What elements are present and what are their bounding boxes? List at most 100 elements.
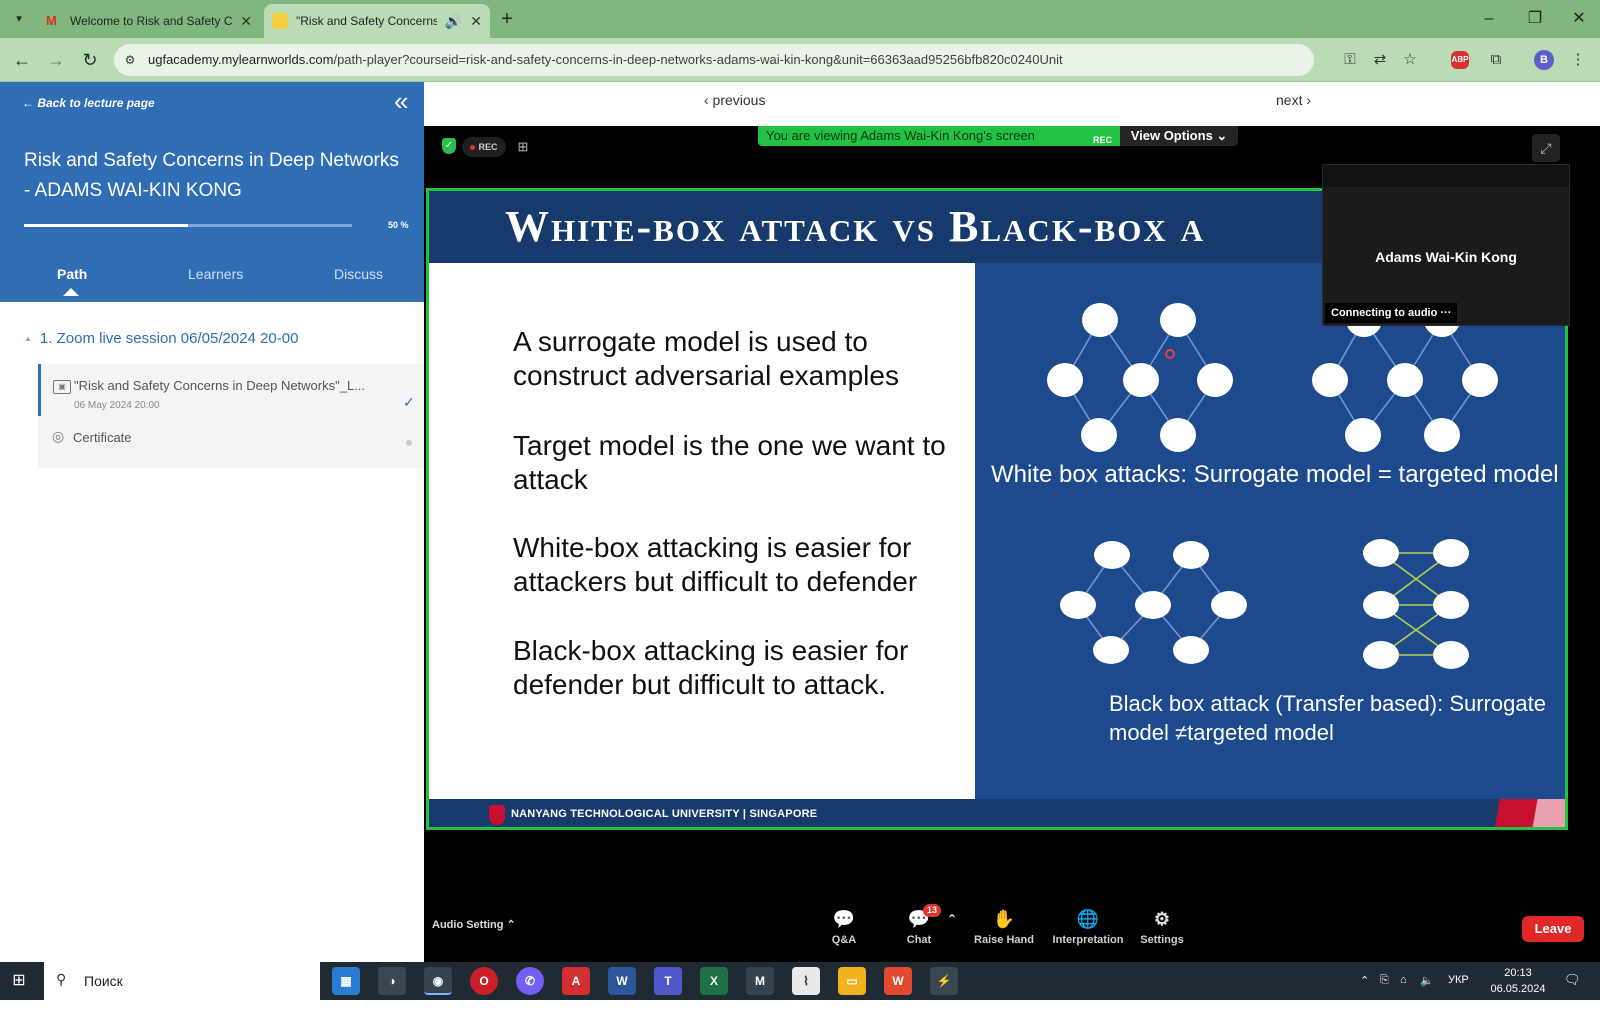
view-options-button[interactable]: View Options ⌄: [1120, 126, 1238, 146]
translate-icon[interactable]: ⇄: [1368, 48, 1392, 72]
clock-time: 20:13: [1504, 967, 1532, 979]
tab-search-button[interactable]: ▾: [8, 9, 30, 29]
zoom-toolbar: Audio Setting ⌃ 💬 Q&A 💬 13 Chat ⌃ ✋ Raise Ha…: [424, 898, 1600, 964]
profile-avatar[interactable]: B: [1534, 50, 1554, 70]
close-tab-icon[interactable]: ✕: [470, 13, 482, 30]
back-to-lecture-link[interactable]: ← Back to lecture page: [22, 96, 155, 110]
progress-bar: [24, 224, 352, 227]
browser-tab-1[interactable]: M Welcome to Risk and Safety Co ✕: [38, 4, 260, 38]
list-item-session[interactable]: ▣ "Risk and Safety Concerns in Deep Netw…: [38, 364, 424, 416]
previous-button[interactable]: ‹ previous: [704, 92, 765, 108]
teams-icon[interactable]: T: [654, 967, 682, 995]
item-date: 06 May 2024 20:00: [74, 400, 160, 411]
slide-text-panel: A surrogate model is used to construct a…: [429, 263, 975, 799]
calculator-icon[interactable]: ▦: [332, 967, 360, 995]
forward-arrow-icon[interactable]: →: [44, 48, 68, 72]
excel-icon[interactable]: X: [700, 967, 728, 995]
gear-icon: ⚙: [1153, 909, 1171, 929]
completed-check-icon: ✓: [403, 394, 415, 410]
audio-setting-button[interactable]: Audio Setting ⌃: [432, 918, 516, 931]
sidebar-tabs: Path Learners Discuss: [0, 266, 424, 296]
search-placeholder: Поиск: [84, 973, 123, 989]
url-path: /path-player?courseid=risk-and-safety-co…: [333, 52, 1063, 67]
item-title: Certificate: [73, 430, 132, 445]
viber-icon[interactable]: ✆: [516, 967, 544, 995]
item-title: "Risk and Safety Concerns in Deep Networ…: [74, 378, 366, 393]
url-host: ugfacademy.mylearnworlds.com: [148, 52, 334, 67]
volume-icon[interactable]: 🔈: [1420, 974, 1434, 1012]
site-info-icon[interactable]: ⚙: [122, 52, 138, 68]
leave-button[interactable]: Leave: [1522, 916, 1584, 942]
tab-discuss[interactable]: Discuss: [334, 266, 383, 282]
white-box-caption: White box attacks: Surrogate model = tar…: [991, 461, 1559, 488]
next-button[interactable]: next ›: [1276, 92, 1311, 108]
opera-icon[interactable]: O: [470, 967, 498, 995]
chrome-icon[interactable]: ◉: [424, 967, 452, 995]
restore-icon[interactable]: ❐: [1512, 0, 1558, 38]
banner-rec-label: REC: [1092, 135, 1112, 145]
raise-hand-button[interactable]: ✋ Raise Hand: [956, 908, 1052, 946]
chart-app-icon[interactable]: ⌇: [792, 967, 820, 995]
tab-learners[interactable]: Learners: [188, 266, 243, 282]
taskbar-search[interactable]: ⚲ Поиск: [44, 962, 320, 1000]
windows-start-icon[interactable]: ⊞: [8, 970, 30, 992]
speaker-icon[interactable]: 🔊: [445, 13, 462, 30]
minimize-icon[interactable]: –: [1466, 0, 1512, 38]
progress-fill: [24, 224, 188, 227]
wps-icon[interactable]: W: [884, 967, 912, 995]
bookmark-star-icon[interactable]: ☆: [1398, 48, 1422, 72]
folder-icon[interactable]: ▭: [838, 967, 866, 995]
list-item-certificate[interactable]: ◎ Certificate: [38, 416, 424, 468]
ntu-crest-logo: [489, 805, 505, 825]
section-title: 1. Zoom live session 06/05/2024 20-00: [39, 330, 299, 347]
recording-badge[interactable]: REC: [462, 137, 506, 157]
tab-title: "Risk and Safety Concerns: [296, 14, 437, 28]
network-icon[interactable]: ⌂: [1400, 974, 1407, 1012]
course-sidebar: ← Back to lecture page « Risk and Safety…: [0, 82, 424, 982]
audio-setting-label: Audio Setting: [432, 919, 504, 931]
encryption-shield-icon[interactable]: ✓: [442, 138, 456, 154]
extensions-icon[interactable]: ⧉: [1484, 48, 1508, 72]
section-header[interactable]: ▲ 1. Zoom live session 06/05/2024 20-00: [24, 330, 298, 347]
zoom-meeting-area: ✓ REC ⊞ You are viewing Adams Wai-Kin Ko…: [424, 126, 1600, 982]
video-session-icon: ▣: [53, 380, 71, 394]
close-tab-icon[interactable]: ✕: [240, 13, 252, 30]
notifications-icon[interactable]: 🗨: [1564, 972, 1581, 1010]
brain-app-icon[interactable]: ◑: [378, 967, 406, 995]
url-text[interactable]: ugfacademy.mylearnworlds.com/path-player…: [148, 52, 1063, 67]
browser-tab-2-active[interactable]: "Risk and Safety Concerns 🔊 ✕: [264, 4, 490, 38]
new-tab-button[interactable]: +: [494, 6, 520, 32]
gmail-icon: M: [46, 13, 57, 28]
participant-video-tile[interactable]: Adams Wai-Kin Kong Connecting to audio ·…: [1322, 164, 1570, 326]
banner-text: You are viewing Adams Wai-Kin Kong's scr…: [766, 128, 1035, 143]
language-indicator[interactable]: УКР: [1448, 974, 1469, 1012]
collapse-sidebar-icon[interactable]: «: [394, 88, 408, 114]
word-icon[interactable]: W: [608, 967, 636, 995]
windows-taskbar: ⊞ ⚲ Поиск ▦ ◑ ◉ O ✆ A W T X M ⌇ ▭ W ⚡ ⌃ …: [0, 962, 1600, 1000]
camera-icon[interactable]: ⎘: [1380, 974, 1389, 1012]
address-bar[interactable]: ⚙ ugfacademy.mylearnworlds.com/path-play…: [114, 44, 1314, 76]
lightning-app-icon[interactable]: ⚡: [930, 967, 958, 995]
m-app-icon[interactable]: M: [746, 967, 774, 995]
key-icon[interactable]: ⚿: [1338, 48, 1362, 72]
reload-icon[interactable]: ↻: [78, 48, 102, 72]
browser-tab-bar: ▾ M Welcome to Risk and Safety Co ✕ "Ris…: [0, 0, 1600, 38]
fullscreen-icon[interactable]: ⤢: [1532, 134, 1560, 162]
settings-button[interactable]: ⚙ Settings: [1122, 908, 1202, 946]
tab-path[interactable]: Path: [57, 266, 87, 282]
tray-chevron-icon[interactable]: ⌃: [1360, 974, 1369, 1012]
adblock-icon[interactable]: ABP: [1451, 51, 1469, 69]
screen-share-banner: You are viewing Adams Wai-Kin Kong's scr…: [758, 126, 1120, 146]
section-items: ▣ "Risk and Safety Concerns in Deep Netw…: [38, 364, 424, 468]
acrobat-icon[interactable]: A: [562, 967, 590, 995]
taskbar-clock[interactable]: 20:13 06.05.2024: [1490, 965, 1546, 997]
menu-kebab-icon[interactable]: ⋮: [1566, 48, 1590, 72]
slide-diagram-panel: White box attacks: Surrogate model = tar…: [975, 263, 1565, 799]
tile-header: [1323, 165, 1569, 187]
settings-label: Settings: [1140, 934, 1184, 946]
qa-icon: 💬: [832, 909, 856, 929]
qa-button[interactable]: 💬 Q&A: [804, 908, 884, 946]
gallery-view-icon[interactable]: ⊞: [514, 138, 532, 156]
close-window-icon[interactable]: ✕: [1556, 0, 1600, 38]
back-arrow-icon[interactable]: ←: [10, 48, 34, 72]
